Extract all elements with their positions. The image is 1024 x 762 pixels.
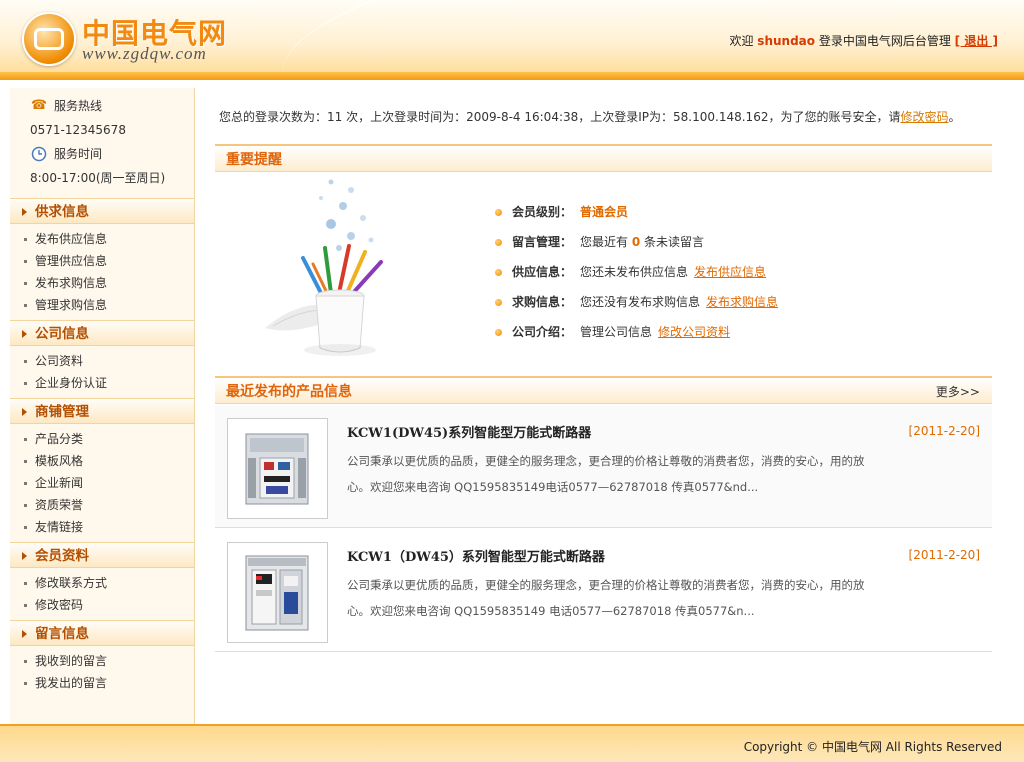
clock-icon <box>30 145 48 163</box>
welcome-suffix: 登录中国电气网后台管理 <box>818 34 951 48</box>
welcome-prefix: 欢迎 <box>729 34 754 48</box>
service-hours: 8:00-17:00(周一至周日) <box>30 171 166 185</box>
info-messages: 留言管理： 您最近有 0 条未读留言 <box>495 230 778 260</box>
hotline-number: 0571-12345678 <box>30 123 126 137</box>
reminder-title: 重要提醒 <box>215 144 992 172</box>
publish-supply-link[interactable]: 发布供应信息 <box>694 265 766 279</box>
menu-supply: 发布供应信息 管理供应信息 发布求购信息 管理求购信息 <box>10 224 194 318</box>
unread-count: 0 <box>631 235 641 249</box>
header-band <box>0 72 1024 80</box>
pencil-cup-illustration <box>255 178 435 363</box>
edit-company-link[interactable]: 修改公司资料 <box>658 325 730 339</box>
menu-item-company-verify[interactable]: 企业身份认证 <box>24 372 194 394</box>
product-item: KCW1（DW45）系列智能型万能式断路器 [2011-2-20] 公司秉承以更… <box>215 530 992 652</box>
bullet-icon <box>495 329 502 336</box>
product-description: 公司秉承以更优质的品质，更健全的服务理念，更合理的价格让尊敬的消费者您，消费的安… <box>347 578 865 618</box>
copyright: Copyright © 中国电气网 All Rights Reserved <box>743 740 1002 754</box>
bullet-icon <box>495 239 502 246</box>
product-date: [2011-2-20] <box>908 424 980 438</box>
arrow-right-icon <box>22 208 27 216</box>
product-image[interactable] <box>227 542 328 643</box>
change-password-link[interactable]: 修改密码 <box>900 110 948 124</box>
logout-link[interactable]: [ 退出 ] <box>955 34 998 48</box>
menu-item-received-messages[interactable]: 我收到的留言 <box>24 650 194 672</box>
menu-company: 公司资料 企业身份认证 <box>10 346 194 396</box>
footer: Copyright © 中国电气网 All Rights Reserved <box>0 724 1024 762</box>
menu-item-honors[interactable]: 资质荣誉 <box>24 494 194 516</box>
menu-item-edit-contact[interactable]: 修改联系方式 <box>24 572 194 594</box>
more-products-link[interactable]: 更多>> <box>936 378 980 406</box>
menu-item-links[interactable]: 友情链接 <box>24 516 194 538</box>
logo-emblem-icon <box>22 12 76 66</box>
phone-icon: ☎ <box>30 98 48 113</box>
menu-shop: 产品分类 模板风格 企业新闻 资质荣誉 友情链接 <box>10 424 194 540</box>
product-date: [2011-2-20] <box>908 548 980 562</box>
info-supply: 供应信息： 您还未发布供应信息 发布供应信息 <box>495 260 778 290</box>
account-info-list: 会员级别： 普通会员 留言管理： 您最近有 0 条未读留言 供应信息： 您还未发布供应… <box>495 200 778 350</box>
hotline-label: 服务热线 <box>54 99 103 113</box>
info-member-level: 会员级别： 普通会员 <box>495 200 778 230</box>
service-info: ☎ 服务热线 0571-12345678 服务时间 8:00-17:00(周一至… <box>10 88 194 190</box>
menu-item-company-profile[interactable]: 公司资料 <box>24 350 194 372</box>
menu-item-publish-buy[interactable]: 发布求购信息 <box>24 272 194 294</box>
bullet-icon <box>495 209 502 216</box>
hours-label: 服务时间 <box>54 147 103 161</box>
menu-item-manage-supply[interactable]: 管理供应信息 <box>24 250 194 272</box>
section-title-company: 公司信息 <box>10 320 194 346</box>
menu-item-change-password[interactable]: 修改密码 <box>24 594 194 616</box>
arrow-right-icon <box>22 630 27 638</box>
section-title-member: 会员资料 <box>10 542 194 568</box>
menu-item-template[interactable]: 模板风格 <box>24 450 194 472</box>
menu-item-manage-buy[interactable]: 管理求购信息 <box>24 294 194 316</box>
menu-item-sent-messages[interactable]: 我发出的留言 <box>24 672 194 694</box>
section-title-messages: 留言信息 <box>10 620 194 646</box>
arrow-right-icon <box>22 408 27 416</box>
bullet-icon <box>495 299 502 306</box>
menu-item-company-news[interactable]: 企业新闻 <box>24 472 194 494</box>
site-logo[interactable]: 中国电气网 www.zgdqw.com <box>20 10 280 70</box>
logo-url: www.zgdqw.com <box>82 44 207 63</box>
menu-member: 修改联系方式 修改密码 <box>10 568 194 618</box>
info-company: 公司介绍： 管理公司信息 修改公司资料 <box>495 320 778 350</box>
product-image[interactable] <box>227 418 328 519</box>
product-title[interactable]: KCW1（DW45）系列智能型万能式断路器 <box>347 546 605 565</box>
recent-products-title: 最近发布的产品信息 更多>> <box>215 376 992 404</box>
section-title-supply: 供求信息 <box>10 198 194 224</box>
login-info: 您总的登录次数为：11 次，上次登录时间为：2009-8-4 16:04:38，… <box>219 110 961 124</box>
info-buy: 求购信息： 您还没有发布求购信息 发布求购信息 <box>495 290 778 320</box>
menu-item-publish-supply[interactable]: 发布供应信息 <box>24 228 194 250</box>
product-item: KCW1(DW45)系列智能型万能式断路器 [2011-2-20] 公司秉承以更… <box>215 406 992 528</box>
header-decoration <box>271 0 809 80</box>
header: 中国电气网 www.zgdqw.com 欢迎 shundao 登录中国电气网后台… <box>0 0 1024 80</box>
sidebar: ☎ 服务热线 0571-12345678 服务时间 8:00-17:00(周一至… <box>10 88 195 724</box>
product-title[interactable]: KCW1(DW45)系列智能型万能式断路器 <box>347 422 591 441</box>
product-description: 公司秉承以更优质的品质，更健全的服务理念，更合理的价格让尊敬的消费者您，消费的安… <box>347 454 865 494</box>
arrow-right-icon <box>22 330 27 338</box>
bullet-icon <box>495 269 502 276</box>
username: shundao <box>757 34 815 48</box>
member-level-value: 普通会员 <box>580 205 629 219</box>
publish-buy-link[interactable]: 发布求购信息 <box>706 295 778 309</box>
section-title-shop: 商铺管理 <box>10 398 194 424</box>
menu-messages: 我收到的留言 我发出的留言 <box>10 646 194 696</box>
arrow-right-icon <box>22 552 27 560</box>
welcome-bar: 欢迎 shundao 登录中国电气网后台管理 [ 退出 ] <box>729 32 998 49</box>
menu-item-product-category[interactable]: 产品分类 <box>24 428 194 450</box>
